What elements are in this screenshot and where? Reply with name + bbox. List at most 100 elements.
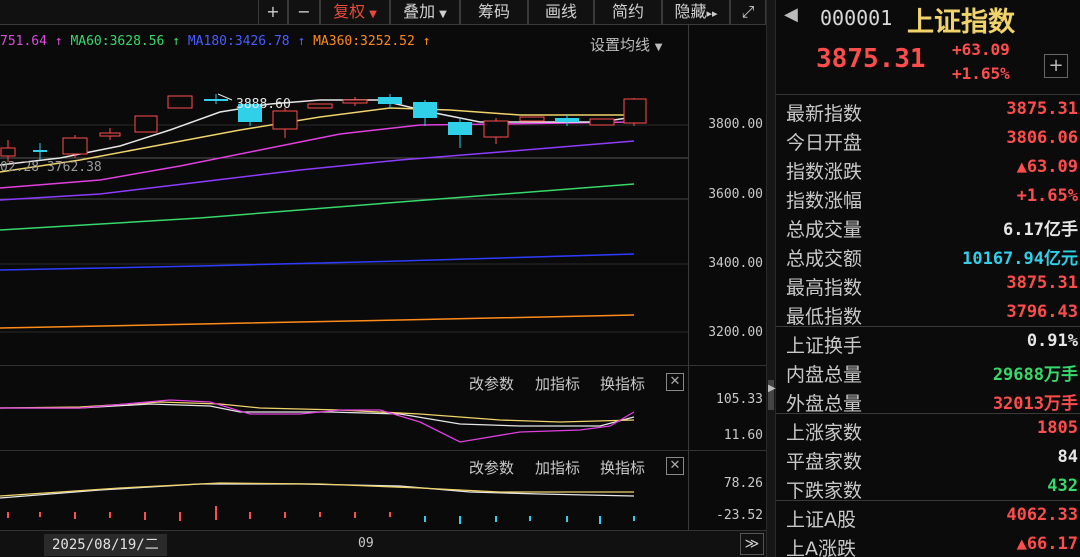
stat-label: 今日开盘 [786,132,863,154]
chevron-down-icon: ▼ [439,9,447,20]
stat-label: 指数涨跌 [786,161,863,183]
set-ma-button[interactable]: 设置均线 ▼ [590,34,663,55]
stat-value: +1.65% [1016,186,1078,206]
hide-label: 隐藏 [674,2,707,21]
ma20-line [0,121,635,189]
stat-value: 3875.31 [1006,99,1078,119]
ma360-line [0,314,635,329]
up-arrow-icon: ↑ [54,34,63,49]
stat-value: 84 [1057,447,1078,467]
zoom-in-button[interactable]: + [258,0,288,25]
stat-value: 32013万手 [992,394,1078,414]
stat-label: 内盘总量 [786,364,863,386]
hide-button[interactable]: 隐藏▸▸ [662,0,730,25]
stat-row: 上证A股 4062.33 [776,502,1080,531]
panel-splitter[interactable]: ▶ [766,0,776,557]
stat-label: 总成交量 [786,219,863,241]
ma180-value: MA180:3426.78 [187,34,290,49]
price-tick: 3200.00 [708,325,763,340]
indicator2-line-white [0,483,635,499]
ma180-line [0,253,635,271]
stat-row: 上A涨跌 ▲66.17 [776,531,1080,557]
ma360-value: MA360:3252.52 [313,34,415,49]
zoom-out-button[interactable]: − [288,0,320,25]
stat-row: 最新指数 3875.31 [776,96,1080,125]
stat-label: 总成交额 [786,248,863,270]
low-price-annotation: 02.28 3762.38 [0,160,102,175]
panel-divider [0,450,688,451]
indicator2-tick: 78.26 [723,476,763,491]
stat-value: 29688万手 [992,365,1078,385]
price-change-pct: +1.65% [952,64,1010,83]
up-arrow-icon: ↑ [297,34,306,49]
price-tick: 3600.00 [708,187,763,202]
stat-label: 上A涨跌 [786,538,856,557]
stat-label: 平盘家数 [786,451,863,473]
stat-value: 6.17亿手 [1003,220,1078,240]
quote-header: ◀ 000001 上证指数 3875.31 +63.09 +1.65% + [776,0,1080,95]
stat-label: 上涨家数 [786,422,863,444]
stat-row: 今日开盘 3806.06 [776,125,1080,154]
set-ma-label: 设置均线 [590,36,651,54]
indicator2-chart[interactable] [0,476,688,530]
stat-value: 1805 [1037,418,1078,438]
stat-row: 指数涨跌 ▲63.09 [776,154,1080,183]
ma-legend: 751.64 ↑ MA60:3628.56 ↑ MA180:3426.78 ↑ … [0,34,431,49]
chevron-down-icon: ▼ [369,9,377,20]
indicator1-add-indicator[interactable]: 加指标 [535,373,580,394]
high-price-annotation: 3888.60 [236,97,291,112]
overlay-label: 叠加 [403,2,436,21]
stat-label: 下跌家数 [786,480,863,502]
axis-divider [689,365,767,366]
brief-button[interactable]: 简约 [594,0,662,25]
stat-label: 最低指数 [786,306,863,328]
stat-value: ▲66.17 [1016,534,1078,554]
toolbar: + − 复权 ▼ 叠加 ▼ 筹码 画线 简约 隐藏▸▸ ⤢ [0,0,766,25]
kline-chart[interactable]: 3888.60 02.28 3762.38 [0,55,688,365]
stat-row: 最低指数 3796.43 [776,299,1080,328]
restore-rights-button[interactable]: 复权 ▼ [320,0,390,25]
overlay-button[interactable]: 叠加 ▼ [390,0,460,25]
indicator2-switch-indicator[interactable]: 换指标 [600,457,645,478]
fullscreen-button[interactable]: ⤢ [730,0,766,25]
price-tick: 3400.00 [708,256,763,271]
indicator1-tick: 105.33 [716,392,763,407]
stat-value: 432 [1047,476,1078,496]
indicator1-change-params[interactable]: 改参数 [469,373,514,394]
stats-divider [776,326,1080,327]
scroll-end-button[interactable]: ≫ [740,533,764,555]
stat-row: 外盘总量 32013万手 [776,386,1080,415]
crosshair-date-label: 2025/08/19/二 [44,534,167,556]
ma60-value: MA60:3628.56 [70,34,165,49]
stat-label: 上证A股 [786,509,856,531]
expand-icon: ⤢ [741,2,755,21]
prev-symbol-icon[interactable]: ◀ [784,4,798,25]
price-axis: 3800.00 3600.00 3400.00 3200.00 105.33 1… [688,25,767,530]
indicator2-add-indicator[interactable]: 加指标 [535,457,580,478]
stat-value: ▲63.09 [1016,157,1078,177]
stat-label: 最新指数 [786,103,863,125]
stat-label: 外盘总量 [786,393,863,415]
stats-divider [776,500,1080,501]
double-chevron-right-icon: ≫ [744,536,760,552]
indicator2-change-params[interactable]: 改参数 [469,457,514,478]
quote-panel: ◀ 000001 上证指数 3875.31 +63.09 +1.65% + 最新… [776,0,1080,557]
stat-label: 最高指数 [786,277,863,299]
stat-label: 上证换手 [786,335,863,357]
stat-value: 0.91% [1026,331,1078,351]
ma5-line [0,99,635,166]
stat-value: 4062.33 [1006,505,1078,525]
stat-value: 3796.43 [1006,302,1078,322]
stat-label: 指数涨幅 [786,190,863,212]
indicator2-close-icon[interactable]: ✕ [666,457,684,475]
stat-row: 内盘总量 29688万手 [776,357,1080,386]
add-watchlist-button[interactable]: + [1044,54,1068,78]
indicator1-chart[interactable] [0,392,688,450]
chips-button[interactable]: 筹码 [460,0,528,25]
symbol-name: 上证指数 [907,7,1015,38]
indicator1-switch-indicator[interactable]: 换指标 [600,373,645,394]
indicator1-close-icon[interactable]: ✕ [666,373,684,391]
ma60-line [0,183,635,231]
stat-row: 下跌家数 432 [776,473,1080,502]
draw-line-button[interactable]: 画线 [528,0,594,25]
